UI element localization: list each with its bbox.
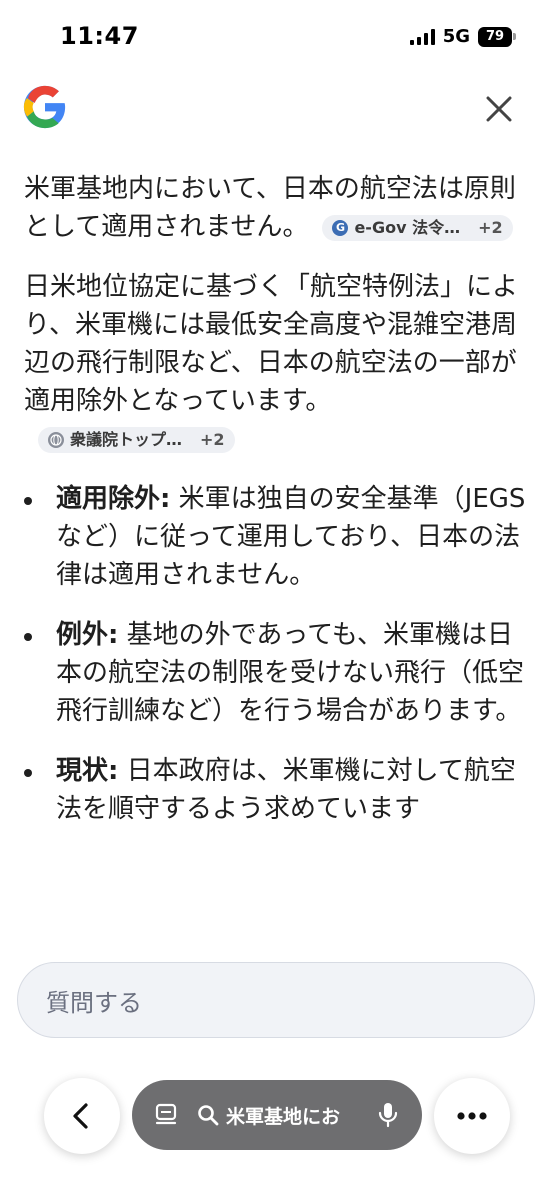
bullet-dot <box>24 497 32 505</box>
close-icon <box>486 96 512 122</box>
microphone-icon[interactable] <box>368 1101 408 1129</box>
list-item: 適用除外: 米軍は独自の安全基準（JEGSなど）に従って運用しており、日本の法律… <box>24 480 529 594</box>
chevron-left-icon <box>73 1103 88 1129</box>
list-item: 現状: 日本政府は、米軍機に対して航空法を順守するよう求めています <box>24 752 529 828</box>
bullet-list: 適用除外: 米軍は独自の安全基準（JEGSなど）に従って運用しており、日本の法律… <box>24 480 529 828</box>
search-query: 米軍基地にお <box>226 1105 341 1128</box>
google-logo-icon <box>22 84 68 130</box>
signal-icon <box>409 28 435 45</box>
status-bar: 11:47 5G 79 <box>0 0 554 72</box>
more-horizontal-icon <box>457 1112 487 1120</box>
ai-answer: 米軍基地内において、日本の航空法は原則として適用されません。 G e-Gov 法… <box>24 170 529 850</box>
back-button[interactable] <box>44 1078 120 1154</box>
e-gov-icon: G <box>332 219 349 236</box>
search-icon <box>194 1104 222 1126</box>
source-chip[interactable]: 衆議院トップ… +2 <box>38 426 235 453</box>
bullet-text: 日本政府は、米軍機に対して航空法を順守するよう求めています <box>56 756 516 824</box>
source-chip[interactable]: G e-Gov 法令… +2 <box>322 214 513 241</box>
ask-placeholder: 質問する <box>46 988 142 1017</box>
bullet-title: 現状: <box>56 756 119 786</box>
source-chip-label: e-Gov 法令… <box>354 217 461 237</box>
bullet-dot <box>24 633 32 641</box>
status-time: 11:47 <box>60 22 139 50</box>
answer-paragraph: 米軍基地内において、日本の航空法は原則として適用されません。 G e-Gov 法… <box>24 170 529 246</box>
source-chip-count: +2 <box>478 217 503 237</box>
answer-paragraph: 日米地位協定に基づく「航空特例法」により、米軍機には最低安全高度や混雑空港周辺の… <box>24 268 529 458</box>
status-indicators: 5G 79 <box>409 26 516 47</box>
bullet-dot <box>24 769 32 777</box>
network-label: 5G <box>442 26 470 47</box>
bullet-title: 適用除外: <box>56 484 171 514</box>
list-item: 例外: 基地の外であっても、米軍機は日本の航空法の制限を受けない飛行（低空飛行訓… <box>24 616 529 730</box>
battery-icon: 79 <box>478 26 516 47</box>
source-chip-label: 衆議院トップ… <box>70 429 183 449</box>
search-pill[interactable]: 米軍基地にお <box>132 1080 422 1150</box>
answer-text: 日米地位協定に基づく「航空特例法」により、米軍機には最低安全高度や混雑空港周辺の… <box>24 272 519 416</box>
close-button[interactable] <box>482 92 516 126</box>
globe-icon <box>48 431 64 448</box>
source-chip-count: +2 <box>200 429 225 449</box>
tabs-icon[interactable] <box>146 1102 186 1128</box>
more-button[interactable] <box>434 1078 510 1154</box>
bullet-text: 基地の外であっても、米軍機は日本の航空法の制限を受けない飛行（低空飛行訓練など）… <box>56 620 525 726</box>
battery-level: 79 <box>478 26 512 47</box>
content-fade <box>0 900 554 960</box>
ask-input[interactable]: 質問する <box>17 962 535 1038</box>
bullet-title: 例外: <box>56 620 119 650</box>
